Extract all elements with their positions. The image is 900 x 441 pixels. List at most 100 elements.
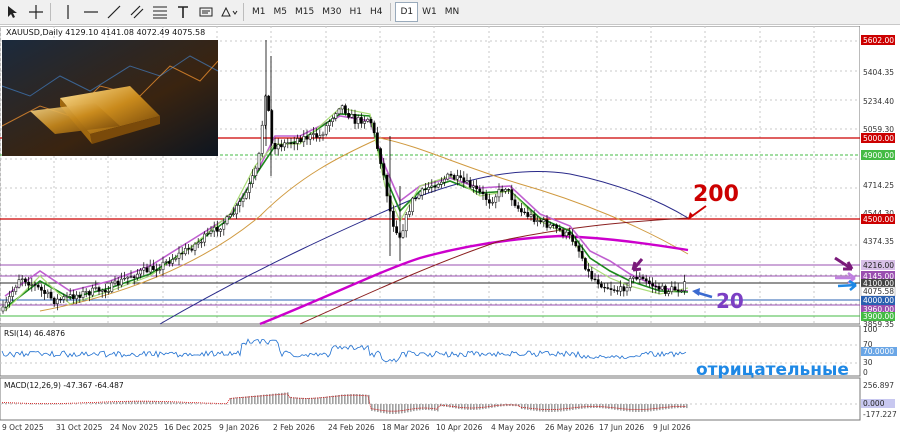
candle-body [280, 145, 282, 147]
candle-body [440, 182, 442, 184]
macd-bar [569, 404, 571, 410]
candle-body [616, 291, 618, 292]
macd-bar [95, 403, 97, 404]
macd-bar [671, 404, 673, 409]
macd-bar [170, 402, 172, 404]
macd-bar [299, 398, 301, 404]
candle-body [162, 262, 164, 270]
candle-body [242, 198, 244, 201]
macd-bar [602, 404, 604, 408]
timeframe-w1[interactable]: W1 [418, 3, 441, 21]
horizontal-line-tool-icon[interactable] [81, 2, 101, 22]
crosshair-tool-icon[interactable] [26, 2, 46, 22]
price-label: 4216.00 [863, 261, 894, 270]
macd-bar [686, 404, 688, 408]
timeframe-m30[interactable]: M30 [318, 3, 345, 21]
macd-bar [479, 404, 481, 410]
candle-body [245, 192, 247, 198]
candle-body [197, 242, 199, 244]
macd-bar [89, 403, 91, 404]
label-tool-icon[interactable] [196, 2, 216, 22]
candle-body [661, 286, 663, 289]
candle-body [175, 258, 177, 259]
candle-body [101, 290, 103, 291]
macd-bar [668, 404, 670, 409]
macd-bar [248, 396, 250, 404]
shapes-tool-icon[interactable] [219, 2, 239, 22]
candle-body [168, 262, 170, 264]
macd-bar [632, 404, 634, 412]
candle-body [600, 284, 602, 287]
timeframe-mn[interactable]: MN [441, 3, 464, 21]
macd-bar [194, 403, 196, 404]
candle-body [15, 287, 17, 291]
candle-body [130, 277, 132, 278]
candle-body [431, 186, 433, 187]
candle-body [300, 139, 302, 142]
macd-bar [191, 403, 193, 404]
macd-bar [455, 404, 457, 408]
macd-bar [128, 402, 130, 404]
candle-body [482, 192, 484, 194]
candle-body [629, 278, 631, 287]
candle-body [274, 143, 276, 149]
macd-bar [47, 404, 49, 405]
trendline-tool-icon[interactable] [104, 2, 124, 22]
timeframe-d1[interactable]: D1 [395, 2, 418, 22]
candle-body [31, 285, 33, 286]
rsi-label: RSI(14) 46.4876 [4, 329, 65, 338]
macd-bar [11, 404, 13, 405]
candle-body [501, 189, 503, 191]
candle-body [530, 215, 532, 217]
candle-body [604, 287, 606, 288]
candle-body [261, 125, 263, 153]
candle-body [559, 228, 561, 230]
macd-bar [650, 404, 652, 411]
gold-bar-image [2, 40, 218, 156]
channel-tool-icon[interactable] [127, 2, 147, 22]
candle-body [418, 195, 420, 198]
candle-body [594, 279, 596, 280]
candle-body [5, 302, 7, 307]
macd-bar [566, 404, 568, 411]
macd-bar [683, 404, 685, 408]
candle-body [136, 274, 138, 278]
timeframe-group: M1 M5 M15 M30 H1 H4 D1 W1 MN [248, 2, 463, 22]
candle-body [613, 290, 615, 291]
timeframe-m5[interactable]: M5 [270, 3, 292, 21]
macd-bar [2, 403, 4, 404]
macd-bar [371, 404, 373, 411]
chart-window[interactable]: XAUUSD,Daily 4129.10 4141.08 4072.49 407… [0, 26, 900, 437]
candle-body [386, 175, 388, 196]
macd-bar [575, 404, 577, 410]
candle-body [514, 200, 516, 206]
macd-bar [164, 402, 166, 404]
timeframe-m15[interactable]: M15 [291, 3, 318, 21]
vertical-line-tool-icon[interactable] [58, 2, 78, 22]
timeframe-h1[interactable]: H1 [345, 3, 366, 21]
macd-bar [377, 404, 379, 412]
candle-body [319, 136, 321, 138]
candle-body [536, 221, 538, 222]
cursor-tool-icon[interactable] [3, 2, 23, 22]
text-tool-icon[interactable] [173, 2, 193, 22]
macd-bar [476, 404, 478, 410]
candle-body [575, 241, 577, 245]
candle-body [408, 212, 410, 215]
candle-body [210, 231, 212, 233]
macd-bar [5, 403, 7, 404]
candle-body [40, 287, 42, 290]
date-label: 9 Jul 2026 [653, 423, 691, 432]
macd-bar [422, 404, 424, 410]
timeframe-m1[interactable]: M1 [248, 3, 270, 21]
macd-bar [587, 404, 589, 408]
candle-body [572, 235, 574, 242]
candle-body [332, 118, 334, 121]
macd-bar [398, 404, 400, 414]
fibonacci-tool-icon[interactable] [150, 2, 170, 22]
candle-body [328, 122, 330, 126]
macd-bar [407, 404, 409, 412]
timeframe-h4[interactable]: H4 [366, 3, 387, 21]
chart-canvas[interactable]: XAUUSD,Daily 4129.10 4141.08 4072.49 407… [0, 26, 900, 437]
macd-bar [488, 404, 490, 408]
